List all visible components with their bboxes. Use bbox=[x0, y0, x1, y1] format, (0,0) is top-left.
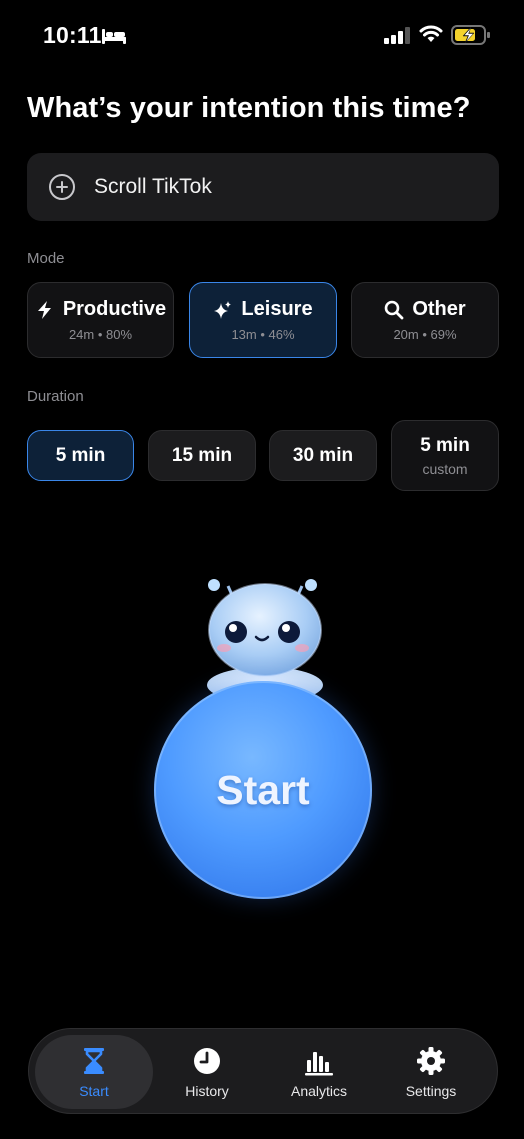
intention-field[interactable]: Scroll TikTok bbox=[27, 153, 499, 221]
page-title: What’s your intention this time? bbox=[27, 92, 471, 124]
start-label: Start bbox=[216, 766, 310, 813]
mode-option-leisure[interactable]: Leisure 13m • 46% bbox=[189, 282, 337, 358]
tab-label: History bbox=[185, 1082, 229, 1099]
tab-label: Analytics bbox=[290, 1082, 348, 1099]
tab-label: Settings bbox=[405, 1082, 457, 1099]
duration-label: 15 min bbox=[171, 444, 233, 466]
cellular-signal-icon bbox=[384, 27, 410, 44]
bar-chart-icon bbox=[305, 1051, 333, 1075]
status-time: 10:11 bbox=[43, 22, 102, 48]
gear-icon bbox=[417, 1046, 445, 1075]
duration-label: 30 min bbox=[292, 444, 354, 466]
tab-bar: Start History Analytics Settings bbox=[28, 1028, 498, 1114]
add-circle-icon[interactable] bbox=[49, 174, 75, 200]
mode-name: Other bbox=[412, 298, 466, 320]
mode-stats: 24m • 80% bbox=[68, 327, 133, 342]
mode-section-label: Mode bbox=[27, 250, 65, 267]
search-icon bbox=[385, 300, 404, 319]
bed-icon bbox=[102, 29, 126, 44]
start-button[interactable]: Start bbox=[154, 681, 372, 899]
tab-history[interactable]: History bbox=[148, 1035, 266, 1109]
duration-label: 5 min bbox=[55, 444, 106, 466]
hourglass-icon bbox=[84, 1047, 104, 1074]
intention-value[interactable]: Scroll TikTok bbox=[94, 175, 212, 199]
mode-name: Leisure bbox=[241, 298, 313, 320]
mode-stats: 13m • 46% bbox=[231, 327, 295, 342]
duration-label: 5 min bbox=[420, 434, 470, 456]
duration-custom-sub: custom bbox=[422, 460, 468, 477]
clock-icon bbox=[194, 1047, 220, 1074]
sparkles-icon bbox=[214, 300, 232, 319]
app-screen: 10:11 What’s your intention this time? S… bbox=[0, 0, 524, 1139]
mode-option-other[interactable]: Other 20m • 69% bbox=[351, 282, 499, 358]
tab-analytics[interactable]: Analytics bbox=[260, 1035, 378, 1109]
status-bar: 10:11 bbox=[0, 0, 524, 70]
duration-section-label: Duration bbox=[27, 388, 84, 405]
battery-charging-icon bbox=[451, 25, 490, 45]
wifi-icon bbox=[419, 25, 443, 42]
mode-option-productive[interactable]: Productive 24m • 80% bbox=[27, 282, 174, 358]
tab-label: Start bbox=[79, 1082, 109, 1099]
duration-option-30-min[interactable]: 30 min bbox=[269, 430, 377, 481]
duration-option-5-min[interactable]: 5 min bbox=[27, 430, 134, 481]
tab-start[interactable]: Start bbox=[35, 1035, 153, 1109]
tab-settings[interactable]: Settings bbox=[372, 1035, 490, 1109]
duration-option-15-min[interactable]: 15 min bbox=[148, 430, 256, 481]
duration-option-custom[interactable]: 5 min custom bbox=[391, 420, 499, 491]
bolt-icon bbox=[37, 300, 51, 319]
mode-name: Productive bbox=[62, 298, 167, 320]
mode-stats: 20m • 69% bbox=[393, 327, 457, 342]
